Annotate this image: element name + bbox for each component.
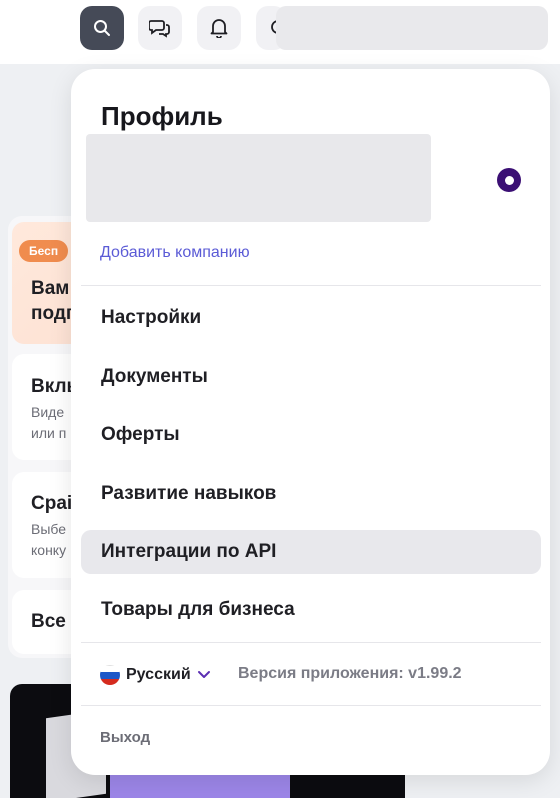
compare-card-title: Сраі (31, 493, 73, 514)
divider (81, 642, 541, 643)
all-card-title: Все і (31, 611, 77, 632)
menu-item-skills[interactable]: Развитие навыков (81, 472, 541, 516)
compare-card-text: Выбе (31, 521, 67, 537)
profile-card-placeholder[interactable] (86, 134, 431, 222)
profile-menu: Профиль Добавить компанию Настройки Доку… (71, 69, 550, 775)
page-title: Профиль (101, 101, 223, 131)
chevron-down-icon (197, 671, 210, 678)
search-button[interactable] (80, 6, 124, 50)
divider (81, 705, 541, 706)
menu-item-documents[interactable]: Документы (81, 355, 541, 399)
russia-flag-icon (100, 665, 120, 685)
notifications-button[interactable] (197, 6, 241, 50)
menu-item-settings[interactable]: Настройки (81, 296, 541, 340)
search-icon (94, 20, 110, 36)
selected-radio[interactable] (497, 168, 521, 192)
promo-subtitle: подг (31, 303, 74, 324)
language-label: Русский (126, 666, 191, 683)
divider (81, 285, 541, 286)
menu-item-api-integrations[interactable]: Интеграции по API (81, 530, 541, 574)
info-card-text: или п (31, 425, 67, 441)
menu-item-offers[interactable]: Оферты (81, 413, 541, 457)
app-version: Версия приложения: v1.99.2 (238, 665, 462, 682)
logout-button[interactable]: Выход (100, 729, 150, 746)
account-placeholder (276, 6, 548, 50)
language-selector[interactable]: Русский (100, 664, 211, 686)
menu-item-business-goods[interactable]: Товары для бизнеса (81, 588, 541, 632)
top-bar (0, 0, 560, 64)
chat-button[interactable] (138, 6, 182, 50)
compare-card-text: конку (31, 542, 67, 558)
promo-title: Вам (31, 278, 70, 299)
promo-badge: Бесп (19, 240, 69, 262)
bell-icon (210, 19, 228, 38)
add-company-link[interactable]: Добавить компанию (100, 244, 250, 262)
info-card-text: Виде (31, 404, 65, 420)
chat-icon (149, 20, 170, 38)
